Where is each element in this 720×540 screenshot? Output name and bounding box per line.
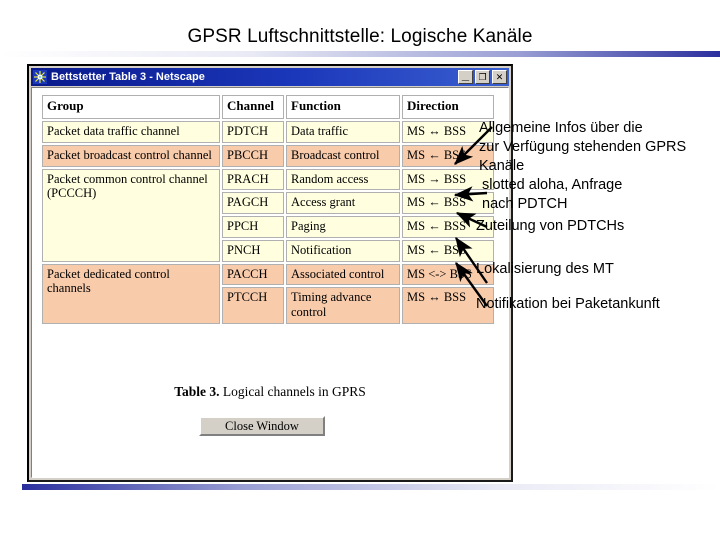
table-row: Packet common control channel (PCCCH) PRA…: [42, 168, 494, 262]
window-controls: _ ❐ ✕: [458, 67, 507, 84]
column-header-function: Function: [286, 95, 400, 119]
cell-channel: PTCCH: [222, 287, 284, 324]
cell-group: Packet common control channel (PCCCH): [42, 168, 220, 262]
cell-channel: PPCH: [222, 216, 284, 238]
table-body: Packet data traffic channel PDTCH Data tra…: [42, 121, 494, 324]
logical-channels-table: Group Channel Function Direction Packet …: [40, 93, 496, 326]
annotation-general: Allgemeine Infos über die zur Verfügung …: [479, 120, 687, 174]
annotation-slotted-aloha: slotted aloha, Anfrage nach PDTCH: [482, 177, 623, 212]
netscape-star-icon: [33, 70, 47, 84]
table-caption-label: Table 3.: [174, 384, 220, 399]
top-gradient-rule: [0, 51, 720, 57]
netscape-window: Bettstetter Table 3 - Netscape _ ❐ ✕ Gro…: [27, 64, 513, 482]
column-header-channel: Channel: [222, 95, 284, 119]
cell-channel: PRACH: [222, 168, 284, 191]
maximize-icon: ❐: [478, 72, 487, 82]
cell-function: Associated control: [286, 263, 400, 286]
close-window-button[interactable]: Close Window: [199, 416, 325, 436]
cell-function: Timing advance control: [286, 287, 400, 324]
cell-function: Random access: [286, 168, 400, 191]
cell-function: Data traffic: [286, 121, 400, 143]
browser-content-area: Group Channel Function Direction Packet …: [31, 87, 509, 478]
annotation-group: Allgemeine Infos über die zur Verfügung …: [468, 112, 720, 322]
close-button[interactable]: ✕: [492, 70, 507, 84]
annotation-lokalisierung: Lokalisierung des MT: [476, 261, 614, 277]
table-row: Packet dedicated control channels PACCH As…: [42, 263, 494, 324]
cell-function: Access grant: [286, 192, 400, 214]
minimize-button[interactable]: _: [458, 67, 473, 84]
window-title-text: Bettstetter Table 3 - Netscape: [51, 71, 205, 83]
cell-channel: PDTCH: [222, 121, 284, 143]
cell-channel: PNCH: [222, 239, 284, 262]
cell-function: Notification: [286, 239, 400, 262]
annotation-notifikation: Notifikation bei Paketankunft: [476, 296, 660, 312]
cell-function: Broadcast control: [286, 144, 400, 167]
table-row: Packet broadcast control channel PBCCH Bro…: [42, 144, 494, 167]
cell-function: Paging: [286, 216, 400, 238]
column-header-group: Group: [42, 95, 220, 119]
cell-channel: PAGCH: [222, 192, 284, 214]
annotation-zuteilung: Zuteilung von PDTCHs: [476, 218, 625, 234]
table-header-row: Group Channel Function Direction: [42, 95, 494, 119]
maximize-button[interactable]: ❐: [475, 70, 490, 84]
cell-channel: PACCH: [222, 263, 284, 286]
window-title-bar[interactable]: Bettstetter Table 3 - Netscape _ ❐ ✕: [31, 68, 509, 86]
table-caption-text: Logical channels in GPRS: [219, 384, 366, 399]
minimize-icon: _: [461, 67, 470, 82]
table-caption: Table 3. Logical channels in GPRS: [40, 384, 500, 400]
table-row: Packet data traffic channel PDTCH Data tra…: [42, 121, 494, 143]
cell-group: Packet broadcast control channel: [42, 144, 220, 167]
close-icon: ✕: [495, 72, 504, 82]
cell-group: Packet data traffic channel: [42, 121, 220, 143]
page-title: GPSR Luftschnittstelle: Logische Kanäle: [187, 26, 533, 47]
cell-group: Packet dedicated control channels: [42, 263, 220, 324]
bottom-gradient-rule: [22, 484, 720, 490]
cell-channel: PBCCH: [222, 144, 284, 167]
